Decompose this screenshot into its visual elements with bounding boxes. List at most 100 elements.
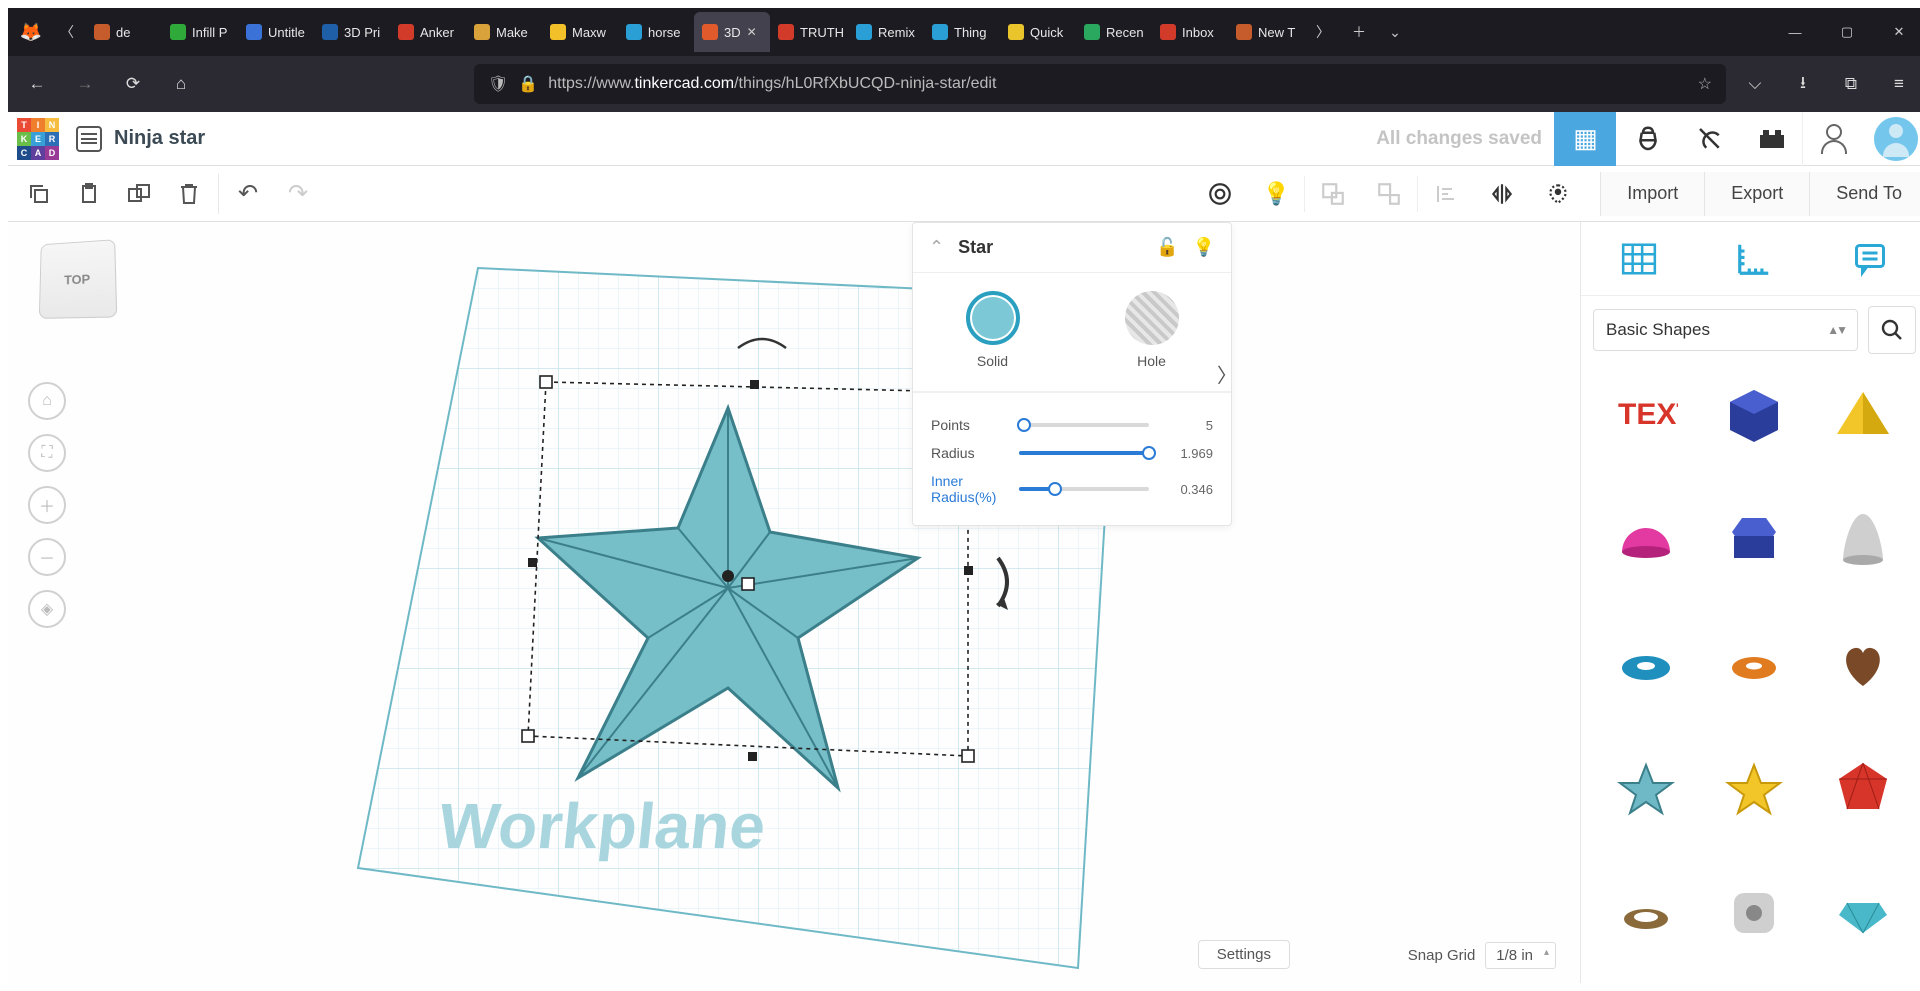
shape-hex-prism[interactable] <box>1707 492 1801 588</box>
tab-list-dropdown[interactable]: ⌄ <box>1378 15 1412 49</box>
shape-text[interactable]: TEXT <box>1599 368 1693 464</box>
redo-button[interactable]: ↷ <box>273 166 323 222</box>
browser-tab[interactable]: Thing <box>924 12 1000 52</box>
browser-tab[interactable]: Untitle <box>238 12 314 52</box>
lightbulb-icon[interactable]: 💡 <box>1193 237 1215 258</box>
solid-option[interactable]: Solid <box>966 291 1020 369</box>
tab-favicon-icon <box>94 24 110 40</box>
browser-tab[interactable]: 3D✕ <box>694 12 770 52</box>
copy-button[interactable] <box>14 166 64 222</box>
nav-back-button[interactable]: ← <box>18 65 56 103</box>
visibility-icon[interactable] <box>1192 166 1248 222</box>
cruise-icon[interactable] <box>1530 166 1586 222</box>
collapse-caret-icon[interactable]: ⌃ <box>929 237 944 258</box>
param-inner-radius[interactable]: Inner Radius(%) 0.346 <box>913 467 1231 525</box>
shape-torus[interactable] <box>1599 616 1693 712</box>
browser-tab[interactable]: Maxw <box>542 12 618 52</box>
browser-tab[interactable]: Inbox <box>1152 12 1228 52</box>
design-view-grid-icon[interactable]: ▦ <box>1554 112 1616 166</box>
blocks-mode-icon[interactable] <box>1616 112 1678 166</box>
group-icon[interactable] <box>1305 166 1361 222</box>
user-avatar[interactable] <box>1874 117 1918 161</box>
notes-tool-icon[interactable] <box>1847 236 1893 282</box>
shapes-category-select[interactable]: Basic Shapes▲▼ <box>1593 309 1858 351</box>
shape-torus-thin[interactable] <box>1707 616 1801 712</box>
lego-brick-icon[interactable] <box>1740 112 1802 166</box>
home-view-button[interactable]: ⌂ <box>28 382 66 420</box>
browser-tab[interactable]: Quick <box>1000 12 1076 52</box>
nav-reload-button[interactable]: ⟳ <box>114 65 152 103</box>
tab-scroll-right[interactable]: 〉 <box>1306 15 1340 49</box>
shape-star-yellow[interactable] <box>1707 741 1801 837</box>
shape-star-blue[interactable] <box>1599 741 1693 837</box>
param-radius[interactable]: Radius 1.969 <box>913 439 1231 467</box>
tab-scroll-left[interactable]: 〈 <box>50 15 84 49</box>
tab-close-icon[interactable]: ✕ <box>747 25 757 39</box>
ruler-tool-icon[interactable] <box>1731 236 1777 282</box>
tab-favicon-icon <box>474 24 490 40</box>
bookmark-star-icon[interactable]: ☆ <box>1698 74 1712 94</box>
solid-color-swatch[interactable] <box>966 291 1020 345</box>
browser-tab[interactable]: Recen <box>1076 12 1152 52</box>
browser-tab[interactable]: Anker <box>390 12 466 52</box>
param-points[interactable]: Points 5 <box>913 411 1231 439</box>
browser-tab[interactable]: horse <box>618 12 694 52</box>
viewcube[interactable]: TOP <box>39 239 117 319</box>
designs-list-icon[interactable] <box>76 126 102 152</box>
fit-view-button[interactable]: ⛶ <box>28 434 66 472</box>
shape-cube[interactable] <box>1707 368 1801 464</box>
ungroup-icon[interactable] <box>1361 166 1417 222</box>
browser-tab[interactable]: Remix <box>848 12 924 52</box>
shape-pyramid[interactable] <box>1816 368 1910 464</box>
pocket-icon[interactable]: ⌵ <box>1736 65 1774 103</box>
unlock-icon[interactable]: 🔓 <box>1156 237 1178 258</box>
ortho-view-button[interactable]: ◈ <box>28 590 66 628</box>
settings-button[interactable]: Settings <box>1198 940 1290 969</box>
pickaxe-icon[interactable] <box>1678 112 1740 166</box>
bulb-hint-icon[interactable]: 💡 <box>1248 166 1304 222</box>
export-button[interactable]: Export <box>1704 172 1809 216</box>
window-maximize[interactable]: ▢ <box>1824 12 1870 52</box>
duplicate-button[interactable] <box>114 166 164 222</box>
tinkercad-logo-icon[interactable]: TIN KER CAD <box>8 112 64 166</box>
new-tab-button[interactable]: ＋ <box>1342 15 1376 49</box>
shape-half-sphere[interactable] <box>1599 492 1693 588</box>
app-menu-icon[interactable]: ≡ <box>1880 65 1918 103</box>
canvas[interactable]: TOP ⌂ ⛶ ＋ － ◈ <box>8 222 1580 983</box>
undo-button[interactable]: ↶ <box>223 166 273 222</box>
window-close[interactable]: ✕ <box>1876 12 1920 52</box>
extensions-icon[interactable]: ⧉ <box>1832 65 1870 103</box>
zoom-in-button[interactable]: ＋ <box>28 486 66 524</box>
downloads-icon[interactable]: ⭳ <box>1784 65 1822 103</box>
align-icon[interactable] <box>1418 166 1474 222</box>
browser-tab[interactable]: 3D Pri <box>314 12 390 52</box>
shape-ring[interactable] <box>1599 865 1693 961</box>
hole-option[interactable]: Hole <box>1125 291 1179 369</box>
browser-tab[interactable]: de <box>86 12 162 52</box>
workplane-tool-icon[interactable] <box>1616 236 1662 282</box>
window-minimize[interactable]: — <box>1772 12 1818 52</box>
snap-grid-select[interactable]: 1/8 in <box>1485 942 1556 969</box>
send-to-button[interactable]: Send To <box>1809 172 1920 216</box>
shape-gem[interactable] <box>1816 865 1910 961</box>
address-bar[interactable]: 🛡 🔒 https://www.tinkercad.com/things/hL0… <box>474 64 1726 104</box>
delete-button[interactable] <box>164 166 214 222</box>
shape-die[interactable] <box>1707 865 1801 961</box>
zoom-out-button[interactable]: － <box>28 538 66 576</box>
browser-tab[interactable]: TRUTH <box>770 12 848 52</box>
design-name[interactable]: Ninja star <box>114 127 205 150</box>
shapes-search-button[interactable] <box>1868 306 1916 354</box>
nav-forward-button[interactable]: → <box>66 65 104 103</box>
shape-heart[interactable] <box>1816 616 1910 712</box>
paste-button[interactable] <box>64 166 114 222</box>
browser-tab[interactable]: Infill P <box>162 12 238 52</box>
shape-paraboloid[interactable] <box>1816 492 1910 588</box>
invite-user-icon[interactable] <box>1802 112 1864 166</box>
inspector-collapse-toggle[interactable]: 〉 <box>1217 360 1237 389</box>
nav-home-button[interactable]: ⌂ <box>162 65 200 103</box>
shape-icosahedron[interactable] <box>1816 741 1910 837</box>
import-button[interactable]: Import <box>1600 172 1704 216</box>
mirror-icon[interactable] <box>1474 166 1530 222</box>
browser-tab[interactable]: New T <box>1228 12 1304 52</box>
browser-tab[interactable]: Make <box>466 12 542 52</box>
